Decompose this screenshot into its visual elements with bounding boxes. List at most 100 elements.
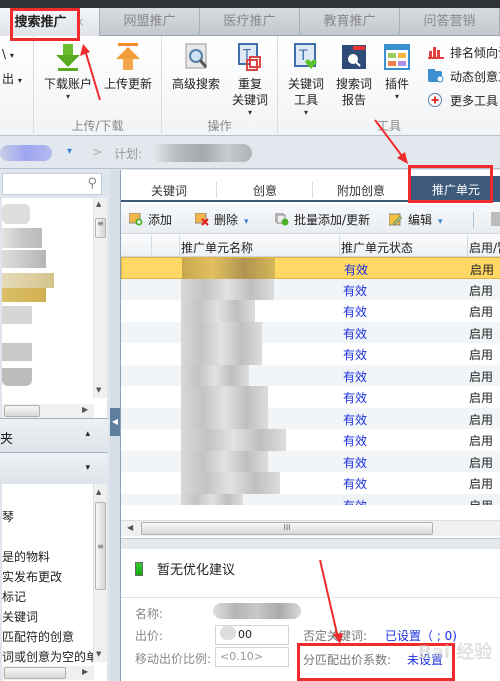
blurred-tree-item bbox=[2, 228, 42, 248]
table-row[interactable]: 有效 启用 bbox=[121, 278, 500, 300]
scroll-right-icon[interactable]: ▶ bbox=[82, 667, 88, 676]
keyword-tool-button[interactable]: T 关键词 工具 ▾ bbox=[286, 42, 326, 118]
tree-search-input[interactable]: ⚲ bbox=[2, 173, 102, 195]
duplicate-keyword-button[interactable]: T 重复 关键词 ▾ bbox=[228, 42, 272, 118]
scroll-thumb[interactable]: III bbox=[141, 522, 433, 535]
mobile-ratio-input[interactable]: <0.10> bbox=[215, 647, 289, 667]
scroll-right-icon[interactable]: ▶ bbox=[82, 405, 88, 414]
button-label: 重复 bbox=[237, 77, 262, 91]
ribbon-group-upload-download: 下载账户 ▾ 上传更新 上传/下载 bbox=[34, 36, 162, 136]
table-row[interactable]: 有效 启用 bbox=[121, 472, 500, 494]
dynamic-creative-button[interactable]: 动态创意工 bbox=[428, 69, 500, 85]
button-label: 更多工具 bbox=[450, 94, 499, 108]
column-header-name[interactable]: 推广单元名称 bbox=[181, 239, 253, 256]
bid-input[interactable]: 00 bbox=[215, 625, 289, 645]
tab-network-promotion[interactable]: 网盟推广 bbox=[100, 8, 200, 36]
scroll-thumb[interactable] bbox=[4, 405, 40, 417]
account-name-blurred[interactable] bbox=[0, 145, 52, 161]
account-dropdown-icon[interactable]: ▾ bbox=[67, 146, 72, 157]
plan-name-blurred[interactable] bbox=[152, 144, 252, 162]
more-tools-button[interactable]: 更多工具 bbox=[428, 93, 498, 109]
section-label: 夹 bbox=[0, 432, 14, 447]
tree-item[interactable]: 关键词 bbox=[2, 608, 94, 625]
expand-icon[interactable]: ▾ bbox=[85, 463, 90, 473]
tree-item[interactable]: 标记 bbox=[2, 588, 94, 605]
collapse-left-panel-icon[interactable]: ◀ bbox=[110, 408, 120, 436]
advanced-search-button[interactable]: 高级搜索 bbox=[168, 42, 224, 92]
table-row[interactable]: 有效 启用 bbox=[121, 429, 500, 451]
status-cell: 有效 bbox=[343, 391, 368, 405]
table-row[interactable]: 有效 启用 bbox=[121, 493, 500, 505]
negative-keyword-link[interactable]: 已设置（ ; 0) bbox=[385, 627, 457, 644]
tab-creatives[interactable]: 创意 bbox=[217, 182, 313, 199]
tab-search-promotion[interactable]: 搜索推广 × bbox=[0, 8, 100, 36]
table-row[interactable]: 有效 启用 bbox=[121, 407, 500, 429]
plugin-icon bbox=[384, 44, 410, 70]
table-row[interactable]: 有效 启用 bbox=[121, 386, 500, 408]
tab-medical-promotion[interactable]: 医疗推广 bbox=[200, 8, 300, 36]
tab-education-promotion[interactable]: 教育推广 bbox=[300, 8, 400, 36]
download-account-button[interactable]: 下载账户 ▾ bbox=[42, 42, 94, 102]
tree-item[interactable]: 琴 bbox=[2, 508, 94, 525]
column-header-enabled[interactable]: 启用/暂 bbox=[469, 239, 500, 256]
tree-item[interactable]: 是的物料 bbox=[2, 548, 94, 565]
section-header-monitor[interactable]: ▾ bbox=[0, 452, 108, 486]
scroll-thumb[interactable]: ≡ bbox=[95, 502, 106, 590]
search-icon[interactable]: ⚲ bbox=[87, 176, 97, 191]
tree-horizontal-scrollbar[interactable]: ▶ bbox=[2, 404, 94, 418]
close-icon[interactable]: × bbox=[74, 15, 84, 29]
tree-item[interactable]: 匹配符的创意 bbox=[2, 628, 94, 645]
plugin-button[interactable]: 插件 ▾ bbox=[380, 42, 414, 102]
collapse-icon[interactable]: ▴ bbox=[85, 429, 90, 439]
scroll-up-icon[interactable]: ▲ bbox=[96, 488, 101, 496]
status-cell: 有效 bbox=[343, 477, 368, 491]
tree-vertical-scrollbar[interactable]: ▲ ≡ ▼ bbox=[93, 198, 107, 398]
section-header-folders[interactable]: 夹 ▴ bbox=[0, 418, 108, 452]
partial-button-2[interactable]: 出 ▾ bbox=[2, 71, 22, 89]
caret-icon[interactable]: ▾ bbox=[244, 217, 249, 227]
button-label: 插件 bbox=[384, 77, 409, 91]
tab-ad-groups[interactable]: 推广单元 bbox=[411, 176, 500, 202]
toolbar-overflow-icon[interactable] bbox=[491, 212, 500, 226]
partial-button-1[interactable]: \ ▾ bbox=[2, 46, 14, 64]
grid-horizontal-scrollbar[interactable]: ◀ III bbox=[121, 520, 500, 536]
monitor-horizontal-scrollbar[interactable]: ▶ bbox=[2, 666, 94, 680]
table-row[interactable]: 有效 启用 bbox=[121, 321, 500, 343]
monitor-vertical-scrollbar[interactable]: ▲ ≡ ▼ bbox=[93, 484, 107, 662]
batch-add-update-button[interactable]: 批量添加/更新 bbox=[275, 211, 370, 228]
monitor-tree[interactable]: 琴 是的物料 实发布更改 标记 关键词 匹配符的创意 词或创意为空的单元 ▲ ≡… bbox=[2, 484, 107, 681]
toolbar-separator bbox=[473, 212, 474, 228]
tab-extensions[interactable]: 附加创意 bbox=[313, 182, 409, 199]
table-row[interactable]: 有效 启用 bbox=[121, 364, 500, 386]
search-term-report-button[interactable]: 搜索词 报告 bbox=[334, 42, 374, 108]
negative-keyword-label: 否定关键词: bbox=[303, 629, 368, 643]
scroll-thumb[interactable]: ≡ bbox=[95, 218, 106, 238]
edit-button[interactable]: 编辑 ▾ bbox=[389, 211, 443, 228]
table-row[interactable]: 有效 启用 bbox=[121, 257, 500, 280]
panel-splitter[interactable]: ◀ bbox=[110, 170, 120, 681]
ranking-tendency-button[interactable]: 排名倾向调 bbox=[428, 45, 500, 61]
column-header-status[interactable]: 推广单元状态 bbox=[341, 239, 413, 256]
scroll-left-icon[interactable]: ◀ bbox=[127, 523, 133, 532]
table-row[interactable]: 有效 启用 bbox=[121, 300, 500, 322]
scroll-down-icon[interactable]: ▼ bbox=[96, 386, 101, 394]
bid-value-blurred bbox=[220, 626, 236, 640]
scroll-thumb[interactable] bbox=[4, 667, 66, 679]
match-bid-coefficient-link[interactable]: 未设置 bbox=[407, 651, 443, 668]
scroll-down-icon[interactable]: ▼ bbox=[96, 650, 101, 658]
account-tree[interactable]: ▲ ≡ ▼ ▶ bbox=[2, 198, 107, 418]
tab-label: 教育推广 bbox=[323, 14, 376, 29]
ad-group-name-blurred bbox=[181, 493, 243, 505]
tab-qa-marketing[interactable]: 问答营销 bbox=[400, 8, 500, 36]
upload-update-button[interactable]: 上传更新 bbox=[100, 42, 156, 92]
table-row[interactable]: 有效 启用 bbox=[121, 343, 500, 365]
scroll-up-icon[interactable]: ▲ bbox=[96, 200, 101, 208]
tree-item[interactable]: 词或创意为空的单元 bbox=[2, 648, 94, 665]
delete-button[interactable]: 删除 ▾ bbox=[195, 211, 249, 228]
tab-keywords[interactable]: 关键词 bbox=[121, 182, 217, 199]
batch-add-icon bbox=[275, 213, 289, 226]
tree-item[interactable]: 实发布更改 bbox=[2, 568, 94, 585]
add-button[interactable]: 添加 bbox=[129, 211, 172, 228]
table-row[interactable]: 有效 启用 bbox=[121, 450, 500, 472]
caret-icon[interactable]: ▾ bbox=[438, 217, 443, 227]
